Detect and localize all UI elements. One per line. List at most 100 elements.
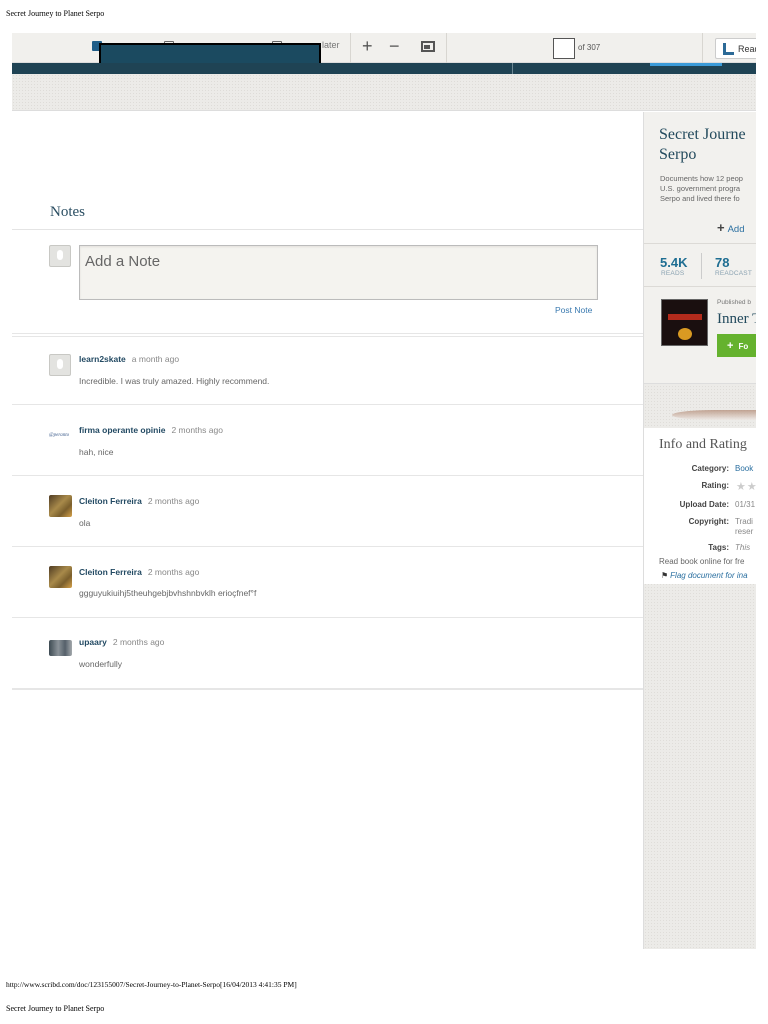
rating-stars[interactable]: ★★ bbox=[736, 480, 756, 493]
commenter-name-link[interactable]: firma operante opinie bbox=[79, 425, 165, 435]
reads-label: READS bbox=[661, 270, 685, 277]
publisher-name-link[interactable]: Inner T bbox=[717, 311, 756, 328]
zoom-out-button[interactable]: − bbox=[389, 36, 400, 56]
comment-text: wonderfully bbox=[79, 659, 122, 669]
comment-time: 2 months ago bbox=[147, 496, 200, 506]
commenter-name-link[interactable]: Cleiton Ferreira bbox=[79, 567, 142, 577]
comment-text: ggguyukiuihj5theuhgebjbvhshnbvklh erioçf… bbox=[79, 588, 257, 598]
copyright-value: reser bbox=[735, 527, 754, 536]
read-later-label[interactable]: later bbox=[322, 40, 340, 50]
document-toolbar: later + − of 307 Read bbox=[12, 33, 756, 65]
document-summary-card: Secret Journe Serpo Documents how 12 peo… bbox=[644, 112, 756, 384]
comment-time: 2 months ago bbox=[147, 567, 200, 577]
read-free-text: Read book online for fre bbox=[659, 557, 745, 566]
comment-text: hah, nice bbox=[79, 447, 114, 457]
tags-label: Tags: bbox=[708, 543, 729, 552]
page-background-strip bbox=[12, 74, 756, 111]
divider bbox=[644, 286, 756, 287]
flag-document-link[interactable]: ⚑ Flag document for ina bbox=[661, 571, 748, 580]
commenter-name-link[interactable]: learn2skate bbox=[79, 354, 126, 364]
divider bbox=[12, 336, 643, 337]
print-footer-url: http://www.scribd.com/doc/123155007/Secr… bbox=[6, 980, 297, 989]
comment-text: Incredible. I was truly amazed. Highly r… bbox=[79, 376, 270, 386]
add-label: Add bbox=[727, 224, 745, 235]
comment-text: ola bbox=[79, 518, 91, 528]
commenter-avatar[interactable] bbox=[49, 495, 72, 517]
site-navbar bbox=[12, 63, 756, 74]
stat-divider bbox=[701, 253, 702, 279]
fullscreen-icon[interactable] bbox=[421, 41, 435, 52]
current-user-avatar bbox=[49, 245, 71, 267]
thumbnail-emblem bbox=[678, 328, 692, 340]
comment-header: upaary 2 months ago bbox=[79, 637, 164, 647]
document-title-line: Serpo bbox=[659, 146, 697, 163]
copyright-value: Tradi bbox=[735, 517, 753, 526]
decorative-shadow bbox=[672, 410, 756, 420]
divider bbox=[12, 475, 643, 476]
page-number-input[interactable] bbox=[553, 38, 575, 59]
readcasts-label: READCAST bbox=[715, 270, 752, 277]
reads-count: 5.4K bbox=[660, 255, 688, 270]
document-title-line: Secret Journe bbox=[659, 126, 746, 143]
category-link[interactable]: Book bbox=[735, 464, 753, 473]
zoom-in-button[interactable]: + bbox=[362, 36, 373, 56]
document-sidebar: Secret Journe Serpo Documents how 12 peo… bbox=[643, 112, 756, 949]
toolbar-divider bbox=[446, 33, 447, 63]
info-heading: Info and Rating bbox=[659, 437, 747, 452]
divider bbox=[12, 404, 643, 405]
upload-date-label: Upload Date: bbox=[679, 500, 729, 509]
nav-active-indicator bbox=[650, 63, 722, 66]
description-line: Serpo and lived there fo bbox=[660, 194, 740, 203]
flag-icon: ⚑ bbox=[661, 571, 669, 580]
description-line: Documents how 12 peop bbox=[660, 174, 743, 183]
divider bbox=[12, 689, 643, 690]
comment-time: a month ago bbox=[131, 354, 180, 364]
divider bbox=[644, 243, 756, 244]
divider bbox=[12, 229, 643, 230]
commenter-avatar[interactable] bbox=[49, 640, 72, 656]
commenter-avatar[interactable] bbox=[49, 566, 72, 588]
divider bbox=[12, 546, 643, 547]
follow-button[interactable]: + Fo bbox=[717, 334, 756, 357]
info-and-rating-panel: Info and Rating Category: Book Rating: ★… bbox=[644, 428, 756, 584]
toolbar-divider bbox=[702, 33, 703, 63]
commenter-name-link[interactable]: upaary bbox=[79, 637, 107, 647]
comment-header: learn2skate a month ago bbox=[79, 354, 179, 364]
notes-heading: Notes bbox=[50, 204, 85, 220]
commenter-name-link[interactable]: Cleiton Ferreira bbox=[79, 496, 142, 506]
comment-header: firma operante opinie 2 months ago bbox=[79, 425, 223, 435]
print-header-title: Secret Journey to Planet Serpo bbox=[6, 9, 105, 18]
add-note-input[interactable]: Add a Note bbox=[79, 245, 598, 300]
print-footer-title: Secret Journey to Planet Serpo bbox=[6, 1004, 105, 1013]
comment-time: 2 months ago bbox=[112, 637, 165, 647]
page-total-label: of 307 bbox=[578, 43, 601, 52]
publisher-thumbnail[interactable] bbox=[661, 299, 708, 346]
redacted-toolbar-region bbox=[99, 43, 321, 65]
commenter-avatar[interactable] bbox=[49, 354, 71, 376]
readcasts-count: 78 bbox=[715, 255, 730, 270]
document-description: Documents how 12 peop U.S. government pr… bbox=[660, 174, 756, 204]
category-label: Category: bbox=[691, 464, 729, 473]
published-by-label: Published b bbox=[717, 299, 751, 306]
document-title: Secret Journe Serpo bbox=[659, 125, 756, 165]
follow-label: Fo bbox=[738, 342, 749, 351]
nav-separator bbox=[512, 63, 513, 74]
comment-time: 2 months ago bbox=[171, 425, 223, 435]
read-button-label: Read bbox=[738, 44, 756, 54]
tags-value[interactable]: This bbox=[735, 543, 750, 552]
add-to-collection-button[interactable]: + Add bbox=[717, 220, 745, 235]
upload-date-value: 01/31 bbox=[735, 500, 756, 509]
post-note-link[interactable]: Post Note bbox=[555, 305, 592, 315]
commenter-logo-avatar[interactable]: @peranto bbox=[49, 426, 72, 448]
flag-label: Flag document for ina bbox=[670, 571, 748, 580]
plus-icon: + bbox=[717, 220, 725, 235]
divider bbox=[12, 617, 643, 618]
divider bbox=[12, 333, 643, 334]
plus-icon: + bbox=[727, 340, 734, 352]
toolbar-divider bbox=[350, 33, 351, 63]
rating-label: Rating: bbox=[701, 481, 729, 490]
comment-header: Cleiton Ferreira 2 months ago bbox=[79, 567, 199, 577]
copyright-label: Copyright: bbox=[688, 517, 729, 526]
thumbnail-banner bbox=[668, 314, 702, 320]
read-on-device-button[interactable]: Read bbox=[715, 38, 756, 59]
